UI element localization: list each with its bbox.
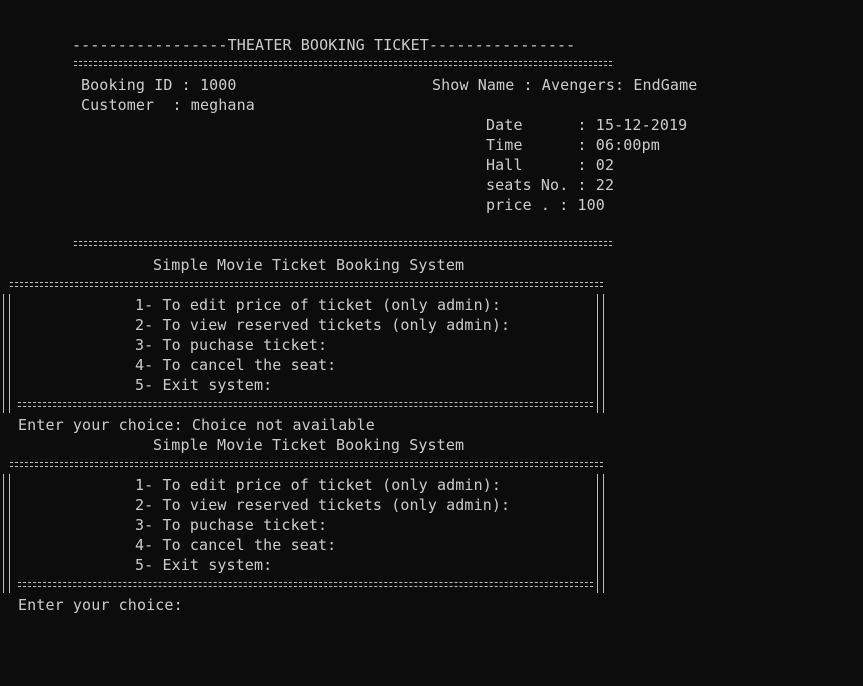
menu-item-exit: 5- Exit system: [135, 376, 273, 394]
menu-item-cancel: 4- To cancel the seat: [135, 536, 337, 554]
menu-left-border [3, 474, 10, 593]
menu-item-edit-price: 1- To edit price of ticket (only admin): [135, 296, 502, 314]
date-text: Date : 15-12-2019 [486, 116, 688, 134]
seats-text: seats No. : 22 [486, 176, 615, 194]
menu-top-divider [10, 282, 603, 287]
menu-left-border [3, 294, 10, 413]
booking-id-text: Booking ID : 1000 [81, 76, 237, 94]
choice-input-prompt[interactable]: Enter your choice: [18, 595, 183, 615]
customer-text: Customer : meghana [81, 96, 255, 114]
menu-bottom-divider [18, 582, 593, 587]
menu-item-exit: 5- Exit system: [135, 556, 273, 574]
time-text: Time : 06:00pm [486, 136, 660, 154]
ticket-top-divider [74, 61, 612, 66]
choice-prompt: Enter your choice: Choice not available [18, 416, 375, 434]
menu-right-border [597, 474, 604, 593]
menu-item-view-reserved: 2- To view reserved tickets (only admin)… [135, 316, 511, 334]
ticket-header: -----------------THEATER BOOKING TICKET-… [72, 36, 576, 54]
hall-text: Hall : 02 [486, 156, 615, 174]
menu-item-edit-price: 1- To edit price of ticket (only admin): [135, 476, 502, 494]
console-window[interactable]: -----------------THEATER BOOKING TICKET-… [0, 0, 863, 686]
ticket-bottom-divider [74, 241, 612, 246]
menu-top-divider [10, 462, 603, 467]
menu-item-purchase: 3- To puchase ticket: [135, 336, 328, 354]
menu-right-border [597, 294, 604, 413]
menu-item-purchase: 3- To puchase ticket: [135, 516, 328, 534]
show-name-text: Show Name : Avengers: EndGame [432, 76, 698, 94]
menu-title: Simple Movie Ticket Booking System [153, 436, 465, 454]
menu-bottom-divider [18, 402, 593, 407]
menu-item-cancel: 4- To cancel the seat: [135, 356, 337, 374]
menu-title: Simple Movie Ticket Booking System [153, 256, 465, 274]
menu-item-view-reserved: 2- To view reserved tickets (only admin)… [135, 496, 511, 514]
price-text: price . : 100 [486, 196, 605, 214]
